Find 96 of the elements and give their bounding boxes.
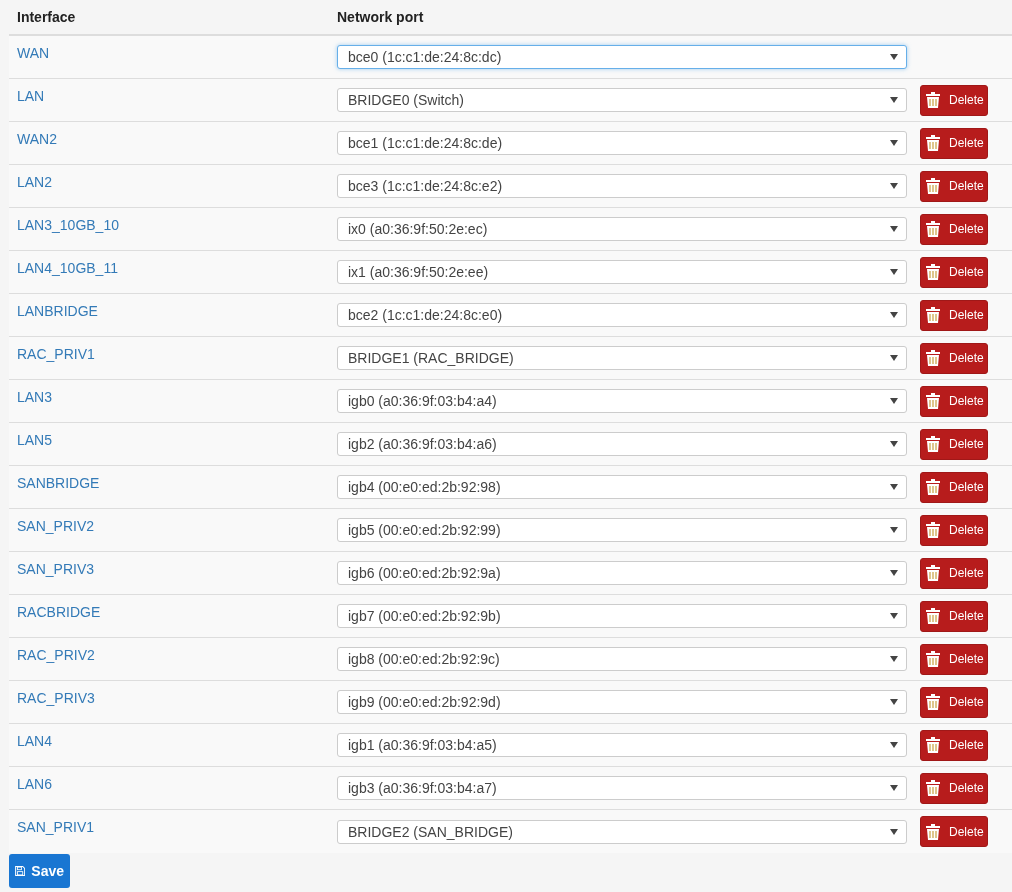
port-select[interactable]: igb4 (00:e0:ed:2b:92:98) — [337, 475, 907, 499]
interface-link[interactable]: RAC_PRIV3 — [17, 690, 95, 706]
port-select[interactable]: bce0 (1c:c1:de:24:8c:dc) — [337, 45, 907, 69]
interface-link[interactable]: LAN4_10GB_11 — [17, 260, 118, 276]
interface-link[interactable]: LAN6 — [17, 776, 53, 792]
caret-icon — [890, 312, 898, 318]
column-header: Interface — [17, 9, 76, 25]
port-select[interactable]: bce1 (1c:c1:de:24:8c:de) — [337, 131, 907, 155]
delete-button[interactable]: Delete — [920, 213, 988, 245]
delete-button[interactable]: Delete — [920, 256, 988, 288]
trash-icon — [926, 135, 940, 151]
port-select[interactable]: igb1 (a0:36:9f:03:b4:a5) — [337, 733, 907, 757]
delete-button[interactable]: Delete — [920, 299, 988, 331]
port-select[interactable]: bce2 (1c:c1:de:24:8c:e0) — [337, 303, 907, 327]
trash-icon — [926, 178, 940, 194]
trash-icon — [926, 350, 940, 366]
port-select[interactable]: igb0 (a0:36:9f:03:b4:a4) — [337, 389, 907, 413]
caret-icon — [890, 742, 898, 748]
trash-icon — [926, 221, 940, 237]
caret-icon — [890, 484, 898, 490]
column-header: Network port — [337, 9, 424, 25]
interface-link[interactable]: SAN_PRIV1 — [17, 819, 95, 835]
caret-icon — [890, 355, 898, 361]
trash-icon — [926, 737, 940, 753]
trash-icon — [926, 436, 940, 452]
caret-icon — [890, 140, 898, 146]
interface-link[interactable]: LAN2 — [17, 174, 53, 190]
interface-link[interactable]: LAN3 — [17, 389, 53, 405]
caret-icon — [890, 613, 898, 619]
port-select[interactable]: igb6 (00:e0:ed:2b:92:9a) — [337, 561, 907, 585]
interface-link[interactable]: LAN3_10GB_10 — [17, 217, 119, 233]
caret-icon — [890, 183, 898, 189]
delete-button[interactable]: Delete — [920, 84, 988, 116]
interface-link[interactable]: SAN_PRIV2 — [17, 518, 95, 534]
trash-icon — [926, 92, 940, 108]
trash-icon — [926, 522, 940, 538]
interface-link[interactable]: LAN5 — [17, 432, 53, 448]
delete-button[interactable]: Delete — [920, 557, 988, 589]
delete-button[interactable]: Delete — [920, 600, 988, 632]
delete-button[interactable]: Delete — [920, 428, 988, 460]
interface-link[interactable]: RAC_PRIV1 — [17, 346, 95, 362]
delete-button[interactable]: Delete — [920, 729, 988, 761]
port-select[interactable]: igb2 (a0:36:9f:03:b4:a6) — [337, 432, 907, 456]
caret-icon — [890, 54, 898, 60]
delete-button[interactable]: Delete — [920, 816, 988, 847]
port-select[interactable]: ix0 (a0:36:9f:50:2e:ec) — [337, 217, 907, 241]
trash-icon — [926, 307, 940, 323]
trash-icon — [926, 651, 940, 667]
delete-button[interactable]: Delete — [920, 342, 988, 374]
trash-icon — [926, 565, 940, 581]
delete-button[interactable]: Delete — [920, 170, 988, 202]
interface-link[interactable]: RAC_PRIV2 — [17, 647, 95, 663]
caret-icon — [890, 97, 898, 103]
caret-icon — [890, 570, 898, 576]
interface-link[interactable]: LAN4 — [17, 733, 53, 749]
delete-button[interactable]: Delete — [920, 471, 988, 503]
caret-icon — [890, 699, 898, 705]
trash-icon — [926, 694, 940, 710]
port-select[interactable]: igb7 (00:e0:ed:2b:92:9b) — [337, 604, 907, 628]
delete-button[interactable]: Delete — [920, 514, 988, 546]
port-select[interactable]: ix1 (a0:36:9f:50:2e:ee) — [337, 260, 907, 284]
interface-link[interactable]: SANBRIDGE — [17, 475, 100, 491]
delete-button[interactable]: Delete — [920, 127, 988, 159]
interface-link[interactable]: SAN_PRIV3 — [17, 561, 95, 577]
interface-link[interactable]: WAN2 — [17, 131, 57, 147]
caret-icon — [890, 441, 898, 447]
trash-icon — [926, 264, 940, 280]
trash-icon — [926, 479, 940, 495]
interface-link[interactable]: RACBRIDGE — [17, 604, 101, 620]
caret-icon — [890, 656, 898, 662]
delete-button[interactable]: Delete — [920, 643, 988, 675]
trash-icon — [926, 608, 940, 624]
interface-link[interactable]: WAN — [17, 45, 50, 61]
delete-button[interactable]: Delete — [920, 385, 988, 417]
port-select[interactable]: igb8 (00:e0:ed:2b:92:9c) — [337, 647, 907, 671]
caret-icon — [890, 527, 898, 533]
port-select[interactable]: BRIDGE0 (Switch) — [337, 88, 907, 112]
delete-button[interactable]: Delete — [920, 772, 988, 804]
interface-link[interactable]: LAN — [17, 88, 45, 104]
trash-icon — [926, 780, 940, 796]
port-select[interactable]: igb3 (a0:36:9f:03:b4:a7) — [337, 776, 907, 800]
save-button[interactable]: Save — [9, 854, 70, 888]
caret-icon — [890, 398, 898, 404]
caret-icon — [890, 226, 898, 232]
caret-icon — [890, 269, 898, 275]
caret-icon — [890, 828, 898, 835]
caret-icon — [890, 785, 898, 791]
delete-button[interactable]: Delete — [920, 686, 988, 718]
trash-icon — [926, 393, 940, 409]
port-select[interactable]: igb5 (00:e0:ed:2b:92:99) — [337, 518, 907, 542]
port-select[interactable]: BRIDGE2 (SAN_BRIDGE) — [337, 819, 907, 844]
trash-icon — [926, 823, 940, 840]
port-select[interactable]: BRIDGE1 (RAC_BRIDGE) — [337, 346, 907, 370]
interface-link[interactable]: LANBRIDGE — [17, 303, 98, 319]
port-select[interactable]: bce3 (1c:c1:de:24:8c:e2) — [337, 174, 907, 198]
port-select[interactable]: igb9 (00:e0:ed:2b:92:9d) — [337, 690, 907, 714]
